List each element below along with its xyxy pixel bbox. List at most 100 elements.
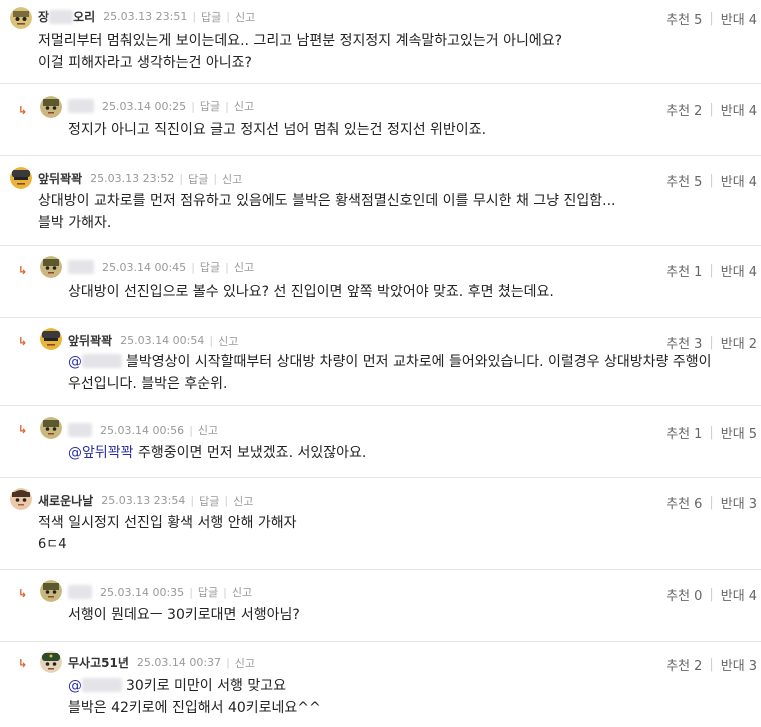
recommend-button[interactable]: 추천 5 — [666, 9, 702, 28]
reply-arrow-icon: ↳ — [18, 335, 28, 348]
mention-link[interactable]: @ — [68, 354, 82, 370]
recommend-button[interactable]: 추천 2 — [666, 100, 702, 119]
nickname-blur — [68, 99, 94, 113]
nickname[interactable]: 앞뒤꽉꽉 — [68, 332, 112, 349]
comment: 장 오리 25.03.13 23:51 | 답글 | 신고 추천 5 | 반대 4 … — [0, 0, 761, 84]
comment-body: 상대방이 선진입으로 볼수 있나요? 선 진입이면 앞쪽 박았어야 맞죠. 후면… — [68, 284, 554, 300]
nickname[interactable]: 장 — [38, 8, 49, 25]
comment-body: 저멀리부터 멈춰있는게 보이는데요.. 그리고 남편분 정지정지 계속말하고있는… — [38, 33, 563, 71]
nickname[interactable]: 앞뒤꽉꽉 — [38, 170, 82, 187]
reply-button[interactable]: 답글 — [199, 493, 219, 509]
avatar — [10, 7, 32, 29]
mention-blur — [82, 678, 122, 692]
oppose-count: 4 — [748, 175, 757, 190]
comment-date: 25.03.14 00:54 — [120, 334, 205, 347]
reply-arrow-icon: ↳ — [18, 423, 28, 436]
mention-link[interactable]: @ — [68, 678, 82, 694]
report-button[interactable]: 신고 — [218, 333, 238, 349]
mention-blur — [82, 354, 122, 368]
avatar — [40, 651, 62, 673]
oppose-count: 3 — [748, 659, 757, 674]
oppose-count: 5 — [748, 427, 757, 442]
recommend-button[interactable]: 추천 3 — [666, 333, 702, 352]
report-button[interactable]: 신고 — [235, 9, 255, 25]
reply-comment: ↳ 25.03.14 00:56 | 신고 추천 1 | 반대 5 @앞뒤꽉꽉 주행… — [0, 406, 761, 478]
report-button[interactable]: 신고 — [198, 422, 218, 438]
reply-button[interactable]: 답글 — [200, 98, 220, 114]
comment-date: 25.03.14 00:56 — [100, 423, 185, 437]
comment-body: @30키로 미만이 서행 맞고요 블박은 42키로에 진입해서 40키로네요^^ — [68, 678, 321, 716]
recommend-count: 6 — [694, 497, 703, 512]
reply-arrow-icon: ↳ — [18, 264, 28, 277]
avatar — [40, 96, 62, 118]
oppose-button[interactable]: 반대 4 — [721, 9, 757, 28]
recommend-button[interactable]: 추천 5 — [666, 171, 702, 190]
recommend-count: 1 — [694, 427, 703, 442]
report-button[interactable]: 신고 — [234, 259, 254, 275]
nickname-blur — [68, 585, 92, 599]
nickname[interactable]: 새로운나날 — [38, 492, 93, 509]
oppose-button[interactable]: 반대 4 — [721, 100, 757, 119]
reply-arrow-icon: ↳ — [18, 657, 28, 670]
avatar — [40, 256, 62, 278]
nickname-suffix[interactable]: 오리 — [73, 8, 95, 25]
avatar — [40, 417, 62, 439]
recommend-count: 2 — [694, 659, 703, 674]
recommend-button[interactable]: 추천 1 — [666, 423, 702, 442]
reply-button[interactable]: 답글 — [198, 584, 218, 600]
comment-body: 적색 일시정지 선진입 황색 서행 안해 가해자 6ㄷ4 — [38, 515, 297, 552]
comment-date: 25.03.14 00:35 — [100, 585, 185, 599]
reply-comment: ↳ 25.03.14 00:25 | 답글 | 신고 추천 2 | 반대 4 정지가… — [0, 84, 761, 156]
avatar — [10, 488, 32, 510]
recommend-button[interactable]: 추천 6 — [666, 493, 702, 512]
recommend-count: 0 — [694, 589, 703, 604]
reply-button[interactable]: 답글 — [188, 171, 208, 187]
report-button[interactable]: 신고 — [235, 655, 255, 671]
nickname-blur — [49, 9, 74, 24]
oppose-count: 4 — [748, 104, 757, 119]
oppose-count: 4 — [748, 265, 757, 280]
comment-body: @앞뒤꽉꽉 주행중이면 먼저 보냈겠죠. 서있잖아요. — [68, 445, 367, 461]
comment-date: 25.03.14 00:45 — [102, 260, 187, 274]
reply-comment: ↳ 25.03.14 00:45 | 답글 | 신고 추천 1 | 반대 4 상대방… — [0, 246, 761, 318]
reply-comment: ↳ 무사고51년 25.03.14 00:37 | 신고 추천 2 | 반대 3 @… — [0, 642, 761, 727]
comment: 앞뒤꽉꽉 25.03.13 23:52 | 답글 | 신고 추천 5 | 반대 4 … — [0, 156, 761, 246]
oppose-button[interactable]: 반대 3 — [721, 655, 757, 674]
reply-button[interactable]: 답글 — [200, 259, 220, 275]
reply-arrow-icon: ↳ — [18, 104, 28, 117]
oppose-button[interactable]: 반대 5 — [721, 423, 757, 442]
recommend-count: 2 — [694, 104, 703, 119]
oppose-button[interactable]: 반대 4 — [721, 585, 757, 604]
oppose-button[interactable]: 반대 4 — [721, 261, 757, 280]
oppose-count: 4 — [748, 13, 757, 28]
comment-date: 25.03.14 00:37 — [136, 656, 222, 669]
recommend-button[interactable]: 추천 0 — [666, 585, 702, 604]
report-button[interactable]: 신고 — [234, 98, 254, 114]
oppose-button[interactable]: 반대 2 — [721, 333, 757, 352]
avatar — [40, 328, 62, 350]
reply-button[interactable]: 답글 — [201, 9, 221, 25]
recommend-button[interactable]: 추천 2 — [666, 655, 702, 674]
oppose-count: 2 — [748, 337, 757, 352]
oppose-button[interactable]: 반대 3 — [721, 493, 757, 512]
comment-body: 서행이 뭔데요ㅡ 30키로대면 서행아님? — [68, 607, 300, 623]
comment: 새로운나날 25.03.13 23:54 | 답글 | 신고 추천 6 | 반대 3… — [0, 478, 761, 570]
comment-body: @ 블박영상이 시작할때부터 상대방 차량이 먼저 교차로에 들어와있습니다. 이… — [68, 354, 712, 392]
mention-link[interactable]: @앞뒤꽉꽉 — [68, 445, 134, 461]
comment-body: 상대방이 교차로를 먼저 점유하고 있음에도 블박은 황색점멸신호인데 이를 무… — [38, 193, 616, 231]
comment-body: 정지가 아니고 직진이요 글고 정지선 넘어 멈춰 있는건 정지선 위반이죠. — [68, 122, 487, 138]
comment-date: 25.03.13 23:54 — [101, 494, 186, 507]
report-button[interactable]: 신고 — [232, 584, 252, 600]
avatar — [40, 580, 62, 602]
reply-arrow-icon: ↳ — [18, 587, 28, 600]
recommend-count: 1 — [694, 265, 703, 280]
avatar — [10, 167, 32, 189]
report-button[interactable]: 신고 — [222, 171, 242, 187]
oppose-button[interactable]: 반대 4 — [721, 171, 757, 190]
nickname-blur — [68, 260, 94, 274]
report-button[interactable]: 신고 — [233, 493, 253, 509]
nickname[interactable]: 무사고51년 — [68, 654, 129, 671]
comment-date: 25.03.14 00:25 — [102, 99, 187, 113]
oppose-count: 4 — [748, 589, 757, 604]
recommend-button[interactable]: 추천 1 — [666, 261, 702, 280]
